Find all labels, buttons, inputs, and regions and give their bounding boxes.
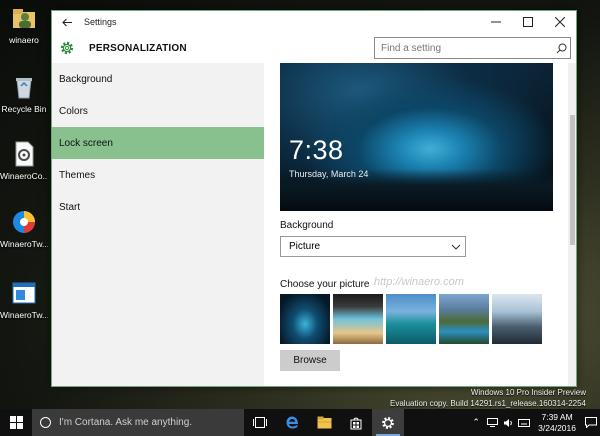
picture-thumbnail[interactable] [333,294,383,344]
background-dropdown[interactable]: Picture [280,236,466,257]
sidebar-item-start[interactable]: Start [52,191,264,223]
sidebar: Background Colors Lock screen Themes Sta… [52,63,264,386]
file-explorer-icon [317,416,331,429]
desktop-icon-winaerotw-2[interactable]: WinaeroTw... [0,279,48,320]
picture-thumbnail[interactable] [386,294,436,344]
task-view-icon [253,417,267,428]
document-icon [10,140,38,168]
minimize-icon [491,21,501,23]
background-dropdown-value: Picture [289,241,321,252]
scrollbar[interactable] [568,63,576,386]
os-edition-text: Windows 10 Pro Insider Preview [470,388,586,397]
page-header: PERSONALIZATION Find a setting [52,33,576,63]
taskbar: I'm Cortana. Ask me anything. ⌃ 7:39 AM … [0,409,600,436]
taskbar-clock[interactable]: 7:39 AM 3/24/2016 [538,412,576,434]
sidebar-item-label: Colors [59,105,88,117]
desktop-icon-label: WinaeroCo... [0,171,48,181]
sidebar-item-themes[interactable]: Themes [52,159,264,191]
browse-button[interactable]: Browse [280,350,340,371]
desktop-icon-label: Recycle Bin [1,104,47,114]
app-window-icon [10,279,38,307]
desktop-icon-label: WinaeroTw... [0,310,48,320]
chevron-down-icon [447,244,465,250]
desktop-icon-winaeroco[interactable]: WinaeroCo... [0,140,48,181]
maximize-button[interactable] [512,11,544,33]
back-button[interactable] [52,11,82,33]
os-build-watermark: Windows 10 Pro Insider Preview Evaluatio… [390,387,586,409]
window-title: Settings [84,17,117,27]
desktop-icon-recycle-bin[interactable]: Recycle Bin [0,73,48,114]
search-icon[interactable] [552,43,570,54]
start-button[interactable] [0,409,32,436]
page-title: PERSONALIZATION [89,42,187,54]
store-button[interactable] [340,409,372,436]
sidebar-item-colors[interactable]: Colors [52,95,264,127]
preview-date: Thursday, March 24 [289,169,369,179]
os-build-text: Evaluation copy. Build 14291.rs1_release… [390,399,586,408]
choose-picture-label: Choose your picture [280,279,370,290]
app-icon [10,208,38,236]
taskbar-date: 3/24/2016 [538,422,576,433]
cortana-icon [40,417,51,428]
gear-icon [60,41,74,55]
search-input[interactable]: Find a setting [374,37,571,59]
file-explorer-button[interactable] [308,409,340,436]
sidebar-item-lock-screen[interactable]: Lock screen [52,127,264,159]
network-icon[interactable] [484,409,500,436]
settings-taskbar-button[interactable] [372,409,404,436]
content-pane: 7:38 Thursday, March 24 Background Pictu… [264,63,569,386]
minimize-button[interactable] [480,11,512,33]
scrollbar-thumb[interactable] [570,115,575,245]
preview-time: 7:38 [289,135,344,165]
search-placeholder: Find a setting [381,42,442,54]
picture-thumbnail[interactable] [492,294,542,344]
edge-button[interactable] [276,409,308,436]
picture-thumbnail[interactable] [280,294,330,344]
sidebar-item-label: Themes [59,169,96,181]
action-center-icon[interactable] [582,409,600,436]
background-label: Background [280,220,334,231]
desktop-icon-label: winaero [9,35,39,45]
settings-icon [382,416,394,429]
picture-thumbnails [280,294,542,344]
lock-screen-preview: 7:38 Thursday, March 24 [280,63,553,211]
sidebar-item-label: Start [59,201,81,213]
desktop-icon-label: WinaeroTw... [0,239,48,249]
edge-icon [286,416,298,429]
keyboard-icon[interactable] [516,409,532,436]
desktop-icon-winaero[interactable]: winaero [0,4,48,45]
cortana-search-box[interactable]: I'm Cortana. Ask me anything. [32,409,244,436]
windows-logo-icon [9,416,23,429]
back-arrow-icon [61,18,72,26]
title-bar: Settings [52,11,576,33]
system-tray: ⌃ 7:39 AM 3/24/2016 [468,409,600,436]
sidebar-item-label: Lock screen [59,137,113,149]
close-button[interactable] [544,11,576,33]
sidebar-item-background[interactable]: Background [52,63,264,95]
taskbar-time: 7:39 AM [541,411,573,422]
maximize-icon [523,17,533,27]
settings-window: Settings PERSONALIZATION Find a setting [51,10,577,387]
task-view-button[interactable] [244,409,276,436]
close-icon [555,17,565,27]
cortana-placeholder: I'm Cortana. Ask me anything. [59,417,193,428]
site-watermark: http://winaero.com [374,276,464,288]
store-icon [350,417,362,429]
sidebar-item-label: Background [59,73,113,85]
user-folder-icon [10,4,38,32]
recycle-bin-icon [10,73,38,101]
chevron-up-icon[interactable]: ⌃ [468,409,484,436]
desktop-icon-winaerotw-1[interactable]: WinaeroTw... [0,208,48,249]
volume-icon[interactable] [500,409,516,436]
picture-thumbnail[interactable] [439,294,489,344]
